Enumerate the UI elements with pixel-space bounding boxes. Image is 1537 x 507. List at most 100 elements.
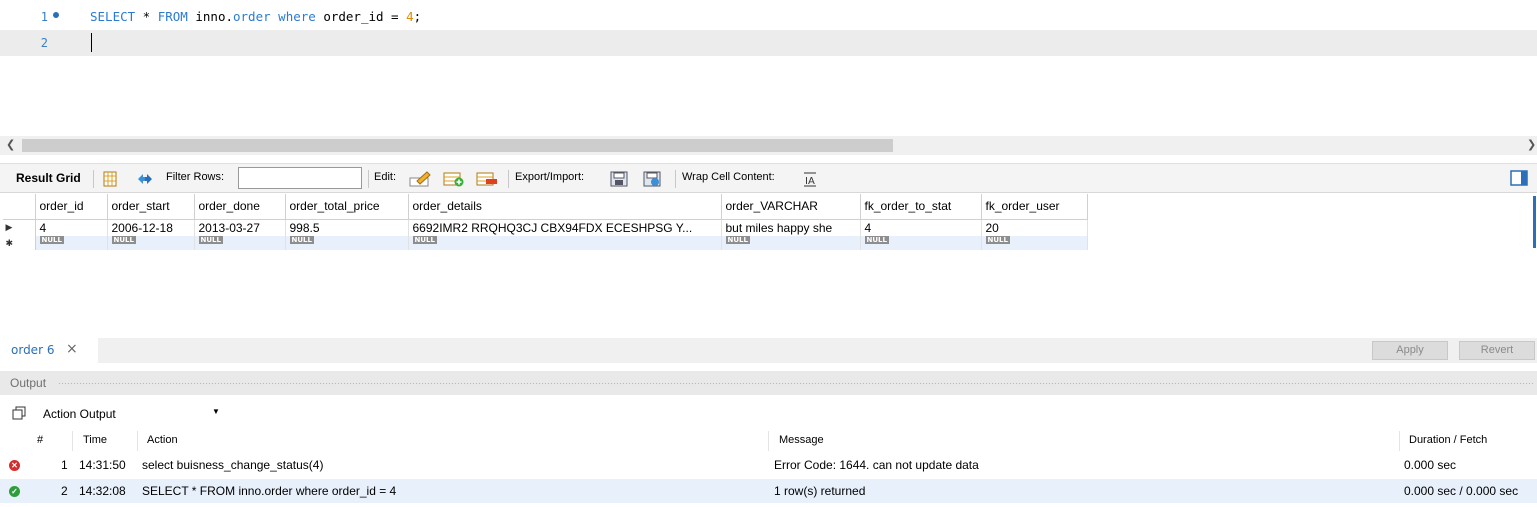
text-caret	[91, 33, 92, 52]
current-row-marker-icon[interactable]: ▶	[3, 219, 36, 236]
edit-label: Edit:	[374, 171, 397, 183]
grid-cell-null[interactable]: NULL	[285, 236, 409, 250]
grid-layout-icon[interactable]	[101, 171, 119, 187]
output-action: SELECT * FROM inno.order where order_id …	[142, 484, 397, 498]
keyword-select: SELECT	[90, 9, 136, 24]
side-panel-edge	[1533, 222, 1536, 248]
side-panel-edge	[1533, 196, 1536, 222]
svg-text:IA: IA	[805, 176, 815, 187]
null-badge: NULL	[198, 236, 223, 244]
output-action: select buisness_change_status(4)	[142, 458, 324, 472]
output-time: 14:32:08	[79, 484, 126, 498]
scroll-right-icon[interactable]: ❯	[1527, 138, 1536, 151]
output-time: 14:31:50	[79, 458, 126, 472]
line-number-2: 2	[40, 36, 48, 50]
add-row-icon[interactable]	[443, 171, 465, 187]
output-row[interactable]: ✕ 1 14:31:50 select buisness_change_stat…	[0, 453, 1537, 477]
result-grid-tab[interactable]: Result Grid	[16, 171, 81, 185]
output-row[interactable]: ✓ 2 14:32:08 SELECT * FROM inno.order wh…	[0, 479, 1537, 503]
output-type-select[interactable]: Action Output ▼	[37, 403, 225, 425]
column-header-time: Time	[74, 431, 138, 451]
refresh-filter-icon[interactable]	[136, 171, 154, 187]
toolbar-divider	[675, 170, 676, 188]
import-icon[interactable]	[642, 171, 664, 187]
code-table: order	[233, 9, 271, 24]
grid-cell-null[interactable]: NULL	[981, 236, 1088, 250]
table-row[interactable]: ▶ 4 2006-12-18 2013-03-27 998.5 6692IMR2…	[3, 219, 1088, 236]
grid-cell-null[interactable]: NULL	[107, 236, 195, 250]
error-icon: ✕	[9, 460, 20, 471]
success-check-icon: ✓	[9, 486, 20, 497]
output-title: Output	[10, 376, 47, 390]
null-badge: NULL	[39, 236, 64, 244]
edit-row-icon[interactable]	[409, 171, 431, 187]
grid-cell-null[interactable]: NULL	[408, 236, 722, 250]
output-duration: 0.000 sec	[1404, 458, 1457, 472]
grid-cell[interactable]: 2006-12-18	[107, 219, 195, 236]
column-header-duration: Duration / Fetch	[1401, 431, 1537, 451]
scroll-left-icon[interactable]: ❮	[6, 138, 15, 151]
column-header-action: Action	[139, 431, 769, 451]
scrollbar-thumb[interactable]	[22, 139, 893, 152]
column-header[interactable]: order_start	[107, 194, 195, 220]
grid-cell[interactable]: but miles happy she	[721, 219, 861, 236]
new-row-marker-icon[interactable]: ✱	[3, 236, 36, 250]
null-badge: NULL	[412, 236, 437, 244]
sql-editor[interactable]: 1 2 SELECT * FROM inno.order where order…	[0, 0, 1537, 136]
close-icon[interactable]: ×	[66, 341, 78, 357]
delete-row-icon[interactable]	[476, 171, 498, 187]
export-icon[interactable]	[609, 171, 631, 187]
copy-icon[interactable]	[12, 406, 26, 420]
new-row[interactable]: ✱ NULL NULL NULL NULL NULL NULL NULL NUL…	[3, 236, 1088, 250]
column-header[interactable]: fk_order_user	[981, 194, 1088, 220]
header-action-label: Action	[147, 434, 178, 446]
column-header[interactable]: order_id	[35, 194, 108, 220]
null-badge: NULL	[725, 236, 750, 244]
output-panel-header: Output	[0, 371, 1537, 395]
grid-cell-null[interactable]: NULL	[194, 236, 286, 250]
tab-label: order 6	[11, 343, 55, 357]
grid-cell[interactable]: 20	[981, 219, 1088, 236]
toggle-side-panel-icon[interactable]	[1510, 170, 1528, 186]
revert-button[interactable]: Revert	[1459, 341, 1535, 360]
header-time-label: Time	[83, 434, 108, 446]
output-message: Error Code: 1644. can not update data	[774, 458, 979, 472]
column-header[interactable]: order_VARCHAR	[721, 194, 861, 220]
grid-cell[interactable]: 4	[860, 219, 982, 236]
grid-cell-null[interactable]: NULL	[860, 236, 982, 250]
grid-cell[interactable]: 998.5	[285, 219, 409, 236]
filter-rows-input[interactable]	[238, 167, 362, 189]
result-toolbar: Result Grid Filter Rows: Edit: Export/Im…	[0, 163, 1537, 193]
code-semicolon: ;	[413, 9, 422, 24]
grid-cell-null[interactable]: NULL	[721, 236, 861, 250]
grid-cell[interactable]: 4	[35, 219, 108, 236]
editor-horizontal-scrollbar[interactable]: ❮ ❯	[0, 136, 1537, 155]
code-line-1[interactable]: SELECT * FROM inno.order where order_id …	[90, 9, 421, 24]
row-header-corner	[3, 194, 36, 220]
current-line-highlight	[0, 30, 1537, 56]
null-badge: NULL	[985, 236, 1010, 244]
column-header[interactable]: order_done	[194, 194, 286, 220]
null-badge: NULL	[111, 236, 136, 244]
column-header[interactable]: order_total_price	[285, 194, 409, 220]
grid-cell-null[interactable]: NULL	[35, 236, 108, 250]
grid-cell[interactable]: 6692IMR2 RRQHQ3CJ CBX94FDX ECESHPSG Y...	[408, 219, 722, 236]
grid-cell[interactable]: 2013-03-27	[194, 219, 286, 236]
tab-order-6[interactable]: order 6 ×	[0, 338, 98, 363]
apply-button[interactable]: Apply	[1372, 341, 1448, 360]
result-grid[interactable]: order_id order_start order_done order_to…	[3, 194, 1088, 250]
output-message: 1 row(s) returned	[774, 484, 866, 498]
column-header[interactable]: order_details	[408, 194, 722, 220]
column-header[interactable]: fk_order_to_stat	[860, 194, 982, 220]
panel-drag-handle[interactable]	[58, 382, 1535, 386]
line-number-1: 1	[40, 10, 48, 24]
code-value: 4	[406, 9, 414, 24]
output-num: 2	[61, 484, 68, 498]
output-num: 1	[61, 458, 68, 472]
output-duration: 0.000 sec / 0.000 sec	[1404, 484, 1519, 498]
wrap-text-icon[interactable]: IA	[802, 171, 818, 187]
statement-marker-dot	[53, 12, 59, 18]
result-tab-strip: order 6 × Apply Revert	[0, 338, 1537, 363]
code-schema: inno.	[187, 9, 233, 24]
toolbar-divider	[368, 170, 369, 188]
